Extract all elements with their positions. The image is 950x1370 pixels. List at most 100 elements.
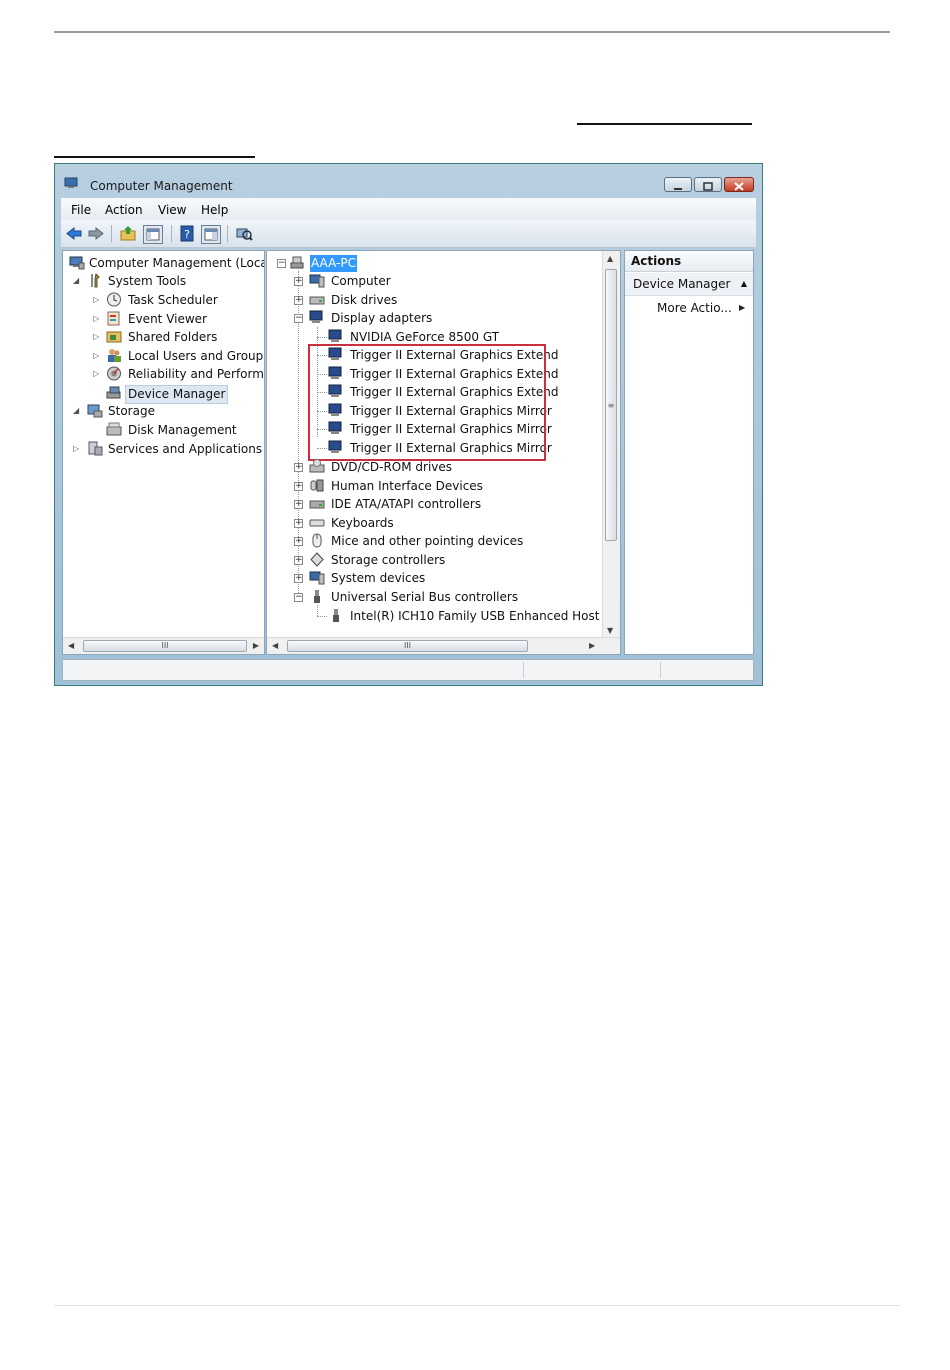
back-arrow-icon[interactable] <box>65 225 83 242</box>
tree-reliability-performance[interactable]: Reliability and Performa <box>128 366 264 383</box>
collapse-box-icon[interactable]: − <box>294 314 303 323</box>
minimize-button[interactable] <box>664 177 692 192</box>
expand-box-icon[interactable]: + <box>294 537 303 546</box>
maximize-button[interactable] <box>694 177 722 192</box>
collapse-box-icon[interactable]: − <box>294 593 303 602</box>
expand-box-icon[interactable]: + <box>294 500 303 509</box>
forward-arrow-icon[interactable] <box>87 225 105 242</box>
actions-device-manager[interactable]: Device Manager ▲ <box>625 273 753 296</box>
svg-text:?: ? <box>184 228 190 241</box>
scroll-up-icon[interactable]: ▲ <box>607 254 613 263</box>
device-intel-usb-host[interactable]: Intel(R) ICH10 Family USB Enhanced Host … <box>350 608 620 625</box>
device-tree-pane: − AAA-PC + Computer + Disk drives − Disp… <box>266 250 621 655</box>
left-horizontal-scrollbar[interactable]: ◀ III ▶ <box>63 637 264 654</box>
scroll-thumb[interactable]: ≡ <box>605 269 617 541</box>
scroll-left-icon[interactable]: ◀ <box>272 641 278 650</box>
menu-help[interactable]: Help <box>201 203 228 217</box>
scroll-down-icon[interactable]: ▼ <box>607 626 613 635</box>
menu-file[interactable]: File <box>71 203 91 217</box>
device-horizontal-scrollbar[interactable]: ◀ III ▶ <box>267 637 620 654</box>
expand-arrow-icon[interactable]: ▷ <box>93 348 99 364</box>
scroll-left-icon[interactable]: ◀ <box>68 641 74 650</box>
expand-box-icon[interactable]: + <box>294 519 303 528</box>
scroll-thumb[interactable]: III <box>287 640 528 652</box>
help-icon[interactable]: ? <box>178 225 196 242</box>
close-button[interactable] <box>724 177 754 192</box>
maximize-icon <box>703 182 713 191</box>
expand-arrow-icon[interactable]: ▷ <box>93 366 99 382</box>
dvd-drive-icon <box>309 459 325 473</box>
tree-task-scheduler[interactable]: Task Scheduler <box>128 292 218 309</box>
collapse-arrow-icon[interactable]: ◢ <box>73 273 79 289</box>
services-icon <box>88 441 103 456</box>
system-devices-icon <box>309 571 325 585</box>
more-actions-label: More Actio... <box>657 301 732 315</box>
device-storage-controllers[interactable]: Storage controllers <box>331 552 445 569</box>
properties-icon[interactable] <box>201 225 221 244</box>
device-mice[interactable]: Mice and other pointing devices <box>331 533 523 550</box>
system-tools-icon <box>91 273 100 288</box>
tree-system-tools[interactable]: System Tools <box>108 273 186 290</box>
mouse-icon <box>312 533 322 548</box>
expand-box-icon[interactable]: + <box>294 463 303 472</box>
page-bottom-rule <box>54 1305 900 1306</box>
tree-event-viewer[interactable]: Event Viewer <box>128 311 207 328</box>
expand-box-icon[interactable]: + <box>294 556 303 565</box>
expand-box-icon[interactable]: + <box>294 482 303 491</box>
expand-arrow-icon[interactable]: ▷ <box>93 329 99 345</box>
text-underline-2 <box>54 156 255 158</box>
computer-root-icon <box>290 256 304 269</box>
device-usb-controllers[interactable]: Universal Serial Bus controllers <box>331 589 518 606</box>
scan-hardware-icon[interactable] <box>235 225 253 242</box>
actions-header: Actions <box>625 251 753 272</box>
expand-arrow-icon[interactable]: ▷ <box>73 441 79 457</box>
storage-icon <box>87 404 103 418</box>
device-dvd-cdrom[interactable]: DVD/CD-ROM drives <box>331 459 452 476</box>
monitor-icon <box>328 329 342 342</box>
collapse-arrow-icon[interactable]: ◢ <box>73 403 79 419</box>
menu-view[interactable]: View <box>158 203 186 217</box>
hid-icon <box>310 479 324 492</box>
tree-root-aaa-pc[interactable]: AAA-PC <box>310 255 357 272</box>
computer-icon <box>309 274 325 288</box>
scroll-thumb[interactable]: III <box>83 640 247 652</box>
window-title: Computer Management <box>90 179 233 193</box>
device-display-adapters[interactable]: Display adapters <box>331 310 432 327</box>
computer-management-window: Computer Management File Action View Hel… <box>54 163 763 686</box>
tree-storage[interactable]: Storage <box>108 403 155 420</box>
tree-services-applications[interactable]: Services and Applications <box>108 441 262 458</box>
device-computer[interactable]: Computer <box>331 273 391 290</box>
tree-disk-management[interactable]: Disk Management <box>128 422 237 439</box>
clock-icon <box>107 292 121 307</box>
expand-box-icon[interactable]: + <box>294 277 303 286</box>
submenu-arrow-icon[interactable]: ▶ <box>739 303 745 312</box>
scroll-right-icon[interactable]: ▶ <box>253 641 259 650</box>
device-system-devices[interactable]: System devices <box>331 570 425 587</box>
expand-box-icon[interactable]: + <box>294 296 303 305</box>
menu-action[interactable]: Action <box>105 203 143 217</box>
storage-controller-icon <box>310 552 324 567</box>
up-folder-icon[interactable] <box>119 225 137 242</box>
tree-device-manager[interactable]: Device Manager <box>125 385 229 404</box>
disk-drive-icon <box>309 296 325 305</box>
more-actions[interactable]: More Actio... <box>657 301 732 315</box>
device-manager-icon <box>106 386 121 399</box>
status-bar <box>62 659 754 681</box>
tree-shared-folders[interactable]: Shared Folders <box>128 329 217 346</box>
collapse-box-icon[interactable]: − <box>277 259 286 268</box>
computer-management-icon <box>69 256 85 270</box>
device-ide-controllers[interactable]: IDE ATA/ATAPI controllers <box>331 496 481 513</box>
expand-box-icon[interactable]: + <box>294 574 303 583</box>
show-hide-tree-icon[interactable] <box>143 225 163 244</box>
device-hid[interactable]: Human Interface Devices <box>331 478 483 495</box>
scroll-right-icon[interactable]: ▶ <box>589 641 595 650</box>
device-disk-drives[interactable]: Disk drives <box>331 292 397 309</box>
tree-computer-management[interactable]: Computer Management (Local <box>89 255 264 272</box>
tree-local-users-groups[interactable]: Local Users and Groups <box>128 348 264 365</box>
device-vertical-scrollbar[interactable]: ▲ ≡ ▼ <box>602 251 620 638</box>
expand-arrow-icon[interactable]: ▷ <box>93 311 99 327</box>
collapse-up-icon[interactable]: ▲ <box>741 273 747 295</box>
expand-arrow-icon[interactable]: ▷ <box>93 292 99 308</box>
device-keyboards[interactable]: Keyboards <box>331 515 394 532</box>
keyboard-icon <box>309 519 325 527</box>
